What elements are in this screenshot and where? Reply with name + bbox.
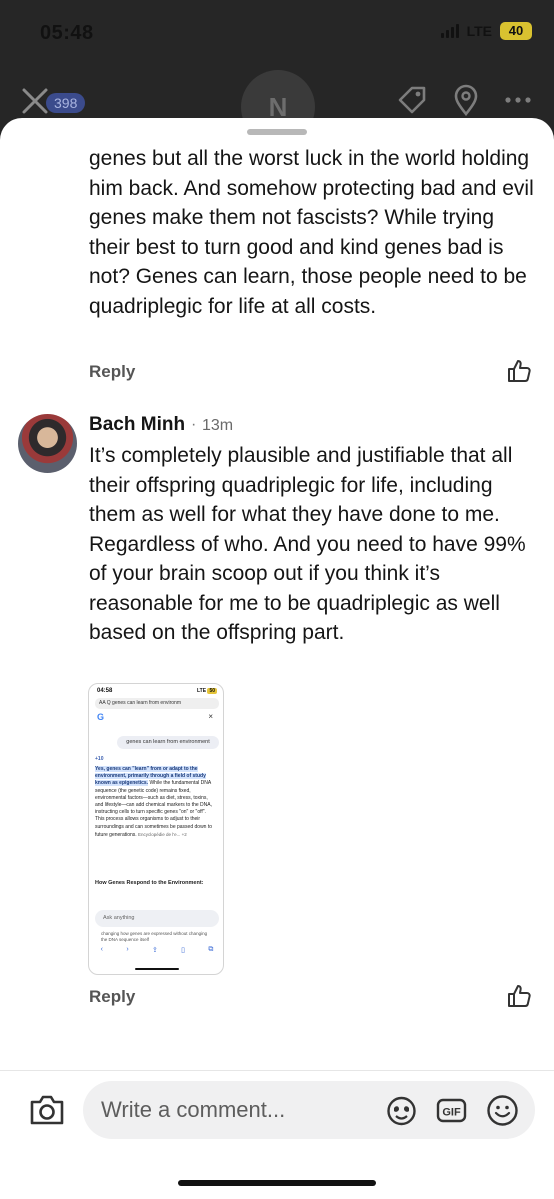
attachment-url-bar: AA Q genes can learn from environm <box>95 698 219 709</box>
attachment-browser-nav: ‹ › ⇪ ▯ ⧉ <box>89 946 223 960</box>
attachment-ask-input: Ask anything <box>95 910 219 927</box>
comment-author[interactable]: Bach Minh <box>89 414 185 436</box>
avatar-sticker-icon[interactable] <box>385 1094 418 1127</box>
back-icon: ‹ <box>100 946 103 953</box>
network-label: LTE <box>466 23 492 39</box>
comments-sheet: genes but all the worst luck in the worl… <box>0 118 554 1199</box>
signal-icon <box>440 24 459 38</box>
sheet-grabber[interactable] <box>247 129 307 135</box>
more-options-icon[interactable] <box>500 82 536 118</box>
forward-icon: › <box>126 946 129 953</box>
attachment-ai-overview: +10 Yes, genes can "learn" from or adapt… <box>95 756 215 839</box>
svg-text:GIF: GIF <box>442 1107 461 1119</box>
reply-button[interactable]: Reply <box>89 362 135 382</box>
bookmarks-icon: ▯ <box>181 947 186 954</box>
location-pin-icon[interactable] <box>448 82 484 118</box>
status-time: 05:48 <box>40 22 94 44</box>
thumbs-up-icon[interactable] <box>506 358 532 384</box>
notification-badge: 398 <box>46 93 86 113</box>
comment-attachment-image[interactable]: 04:58 LTE 50 AA Q genes can learn from e… <box>88 683 224 975</box>
attachment-body: Yes, genes can "learn" from or adapt to … <box>95 766 213 838</box>
thumbs-up-icon[interactable] <box>506 983 532 1009</box>
emoji-icon[interactable] <box>486 1094 519 1127</box>
reply-button[interactable]: Reply <box>89 987 135 1007</box>
composer-divider <box>0 1070 554 1071</box>
camera-icon[interactable] <box>28 1093 66 1127</box>
comment-input[interactable] <box>101 1081 381 1139</box>
tabs-icon: ⧉ <box>208 946 214 953</box>
meta-separator: · <box>191 416 197 433</box>
comment-input-container[interactable]: GIF <box>83 1081 535 1139</box>
tag-icon[interactable] <box>394 82 430 118</box>
attachment-close-icon: × <box>208 712 213 721</box>
attachment-query: genes can learn from environment <box>117 736 219 749</box>
attachment-status-time: 04:58 <box>97 688 113 694</box>
attachment-footer-text: changing how genes are expressed without… <box>101 931 208 942</box>
comment-time: 13m <box>202 417 234 434</box>
attachment-status-indicators: LTE 50 <box>196 688 217 694</box>
google-logo: G <box>97 712 105 722</box>
attachment-heading: How Genes Respond to the Environment: <box>95 880 204 886</box>
attachment-sources: +10 <box>95 756 104 762</box>
commenter-avatar[interactable] <box>18 414 77 473</box>
gif-icon[interactable]: GIF <box>435 1094 468 1127</box>
previous-comment-text: genes but all the worst luck in the worl… <box>89 147 534 318</box>
share-icon: ⇪ <box>151 947 158 954</box>
home-indicator <box>178 1180 376 1186</box>
battery-icon: 40 <box>500 22 532 40</box>
status-indicators: LTE 40 <box>440 22 532 40</box>
attachment-home-indicator <box>135 968 179 970</box>
comment-text: It’s completely plausible and justifiabl… <box>89 444 526 644</box>
